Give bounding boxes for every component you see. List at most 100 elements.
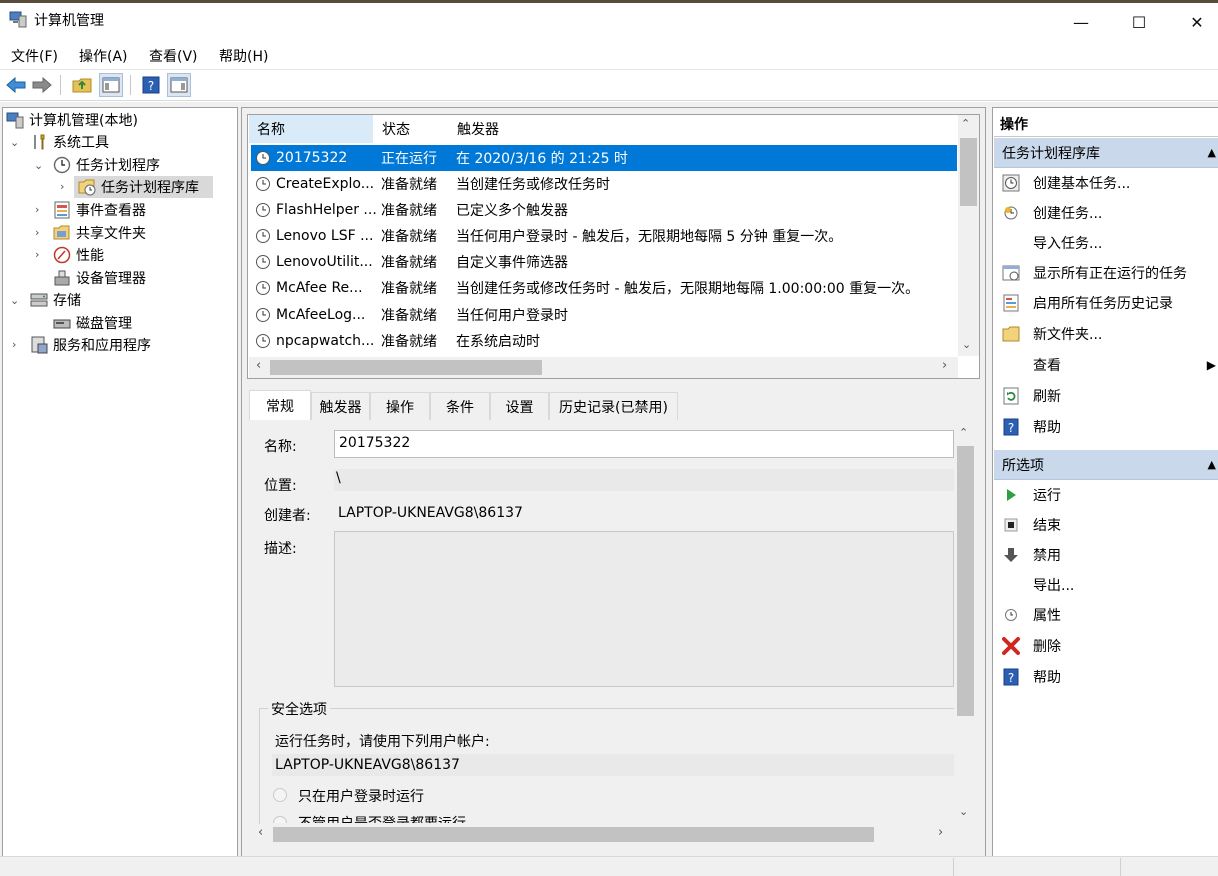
table-row[interactable]: LenovoUtilit... 准备就绪 自定义事件筛选器 bbox=[251, 249, 957, 275]
table-row[interactable]: McAfee Re... 准备就绪 当创建任务或修改任务时 - 触发后，无限期地… bbox=[251, 275, 957, 301]
chevron-left-icon[interactable]: ‹ bbox=[258, 825, 263, 840]
create-basic-task-icon bbox=[1001, 173, 1021, 193]
radio-whether-logged-on-label: 不管用户是否登录都要运行 bbox=[298, 813, 466, 823]
task-list-horizontal-thumb[interactable] bbox=[270, 360, 542, 375]
close-button[interactable]: ✕ bbox=[1174, 3, 1218, 41]
task-clock-icon bbox=[256, 255, 270, 269]
action-disable[interactable]: 禁用 bbox=[997, 540, 1218, 570]
tab-general[interactable]: 常规 bbox=[249, 390, 311, 420]
chevron-right-icon[interactable]: › bbox=[35, 226, 39, 239]
tab-settings[interactable]: 设置 bbox=[490, 392, 549, 420]
maximize-button[interactable]: ☐ bbox=[1116, 3, 1162, 41]
action-export[interactable]: 导出... bbox=[997, 570, 1218, 600]
services-icon bbox=[31, 336, 48, 354]
chevron-left-icon[interactable]: ‹ bbox=[256, 358, 261, 373]
name-field[interactable] bbox=[334, 430, 954, 458]
column-header-trigger[interactable]: 触发器 bbox=[449, 115, 949, 143]
radio-logged-on-only[interactable] bbox=[273, 788, 287, 802]
menu-view[interactable]: 查看(V) bbox=[149, 46, 198, 66]
action-label: 结束 bbox=[1033, 518, 1061, 534]
task-name: npcapwatch... bbox=[276, 333, 375, 349]
chevron-up-icon[interactable]: ⌃ bbox=[961, 117, 970, 130]
action-new-folder[interactable]: 新文件夹... bbox=[997, 319, 1218, 349]
tree-item-task-scheduler[interactable]: 任务计划程序 bbox=[53, 154, 160, 176]
tree-item-services-apps[interactable]: 服务和应用程序 bbox=[30, 334, 151, 356]
table-row[interactable]: Lenovo LSF ... 准备就绪 当任何用户登录时 - 触发后，无限期地每… bbox=[251, 223, 957, 249]
tree-item-storage[interactable]: 存储 bbox=[30, 289, 81, 311]
chevron-down-icon[interactable]: ⌄ bbox=[34, 159, 43, 172]
forward-arrow-icon[interactable] bbox=[30, 73, 54, 97]
chevron-up-icon[interactable]: ⌃ bbox=[959, 426, 968, 439]
chevron-down-icon[interactable]: ⌄ bbox=[962, 338, 971, 351]
column-header-status[interactable]: 状态 bbox=[374, 115, 449, 143]
chevron-right-icon[interactable]: › bbox=[35, 203, 39, 216]
tab-conditions[interactable]: 条件 bbox=[430, 392, 490, 420]
section-selected-item[interactable]: 所选项 ▲ bbox=[994, 450, 1218, 480]
show-hide-tree-icon[interactable] bbox=[99, 73, 123, 97]
collapse-up-icon[interactable]: ▲ bbox=[1208, 458, 1216, 471]
action-enable-history[interactable]: 启用所有任务历史记录 bbox=[997, 288, 1218, 318]
action-view[interactable]: 查看 ▶ bbox=[997, 350, 1218, 380]
action-refresh[interactable]: 刷新 bbox=[997, 381, 1218, 411]
action-properties[interactable]: 属性 bbox=[997, 600, 1218, 630]
chevron-right-icon[interactable]: › bbox=[12, 338, 16, 351]
show-hide-action-pane-icon[interactable] bbox=[167, 73, 191, 97]
name-field-value: 20175322 bbox=[339, 435, 411, 451]
run-as-label: 运行任务时，请使用下列用户帐户: bbox=[275, 734, 490, 750]
tab-history[interactable]: 历史记录(已禁用) bbox=[549, 392, 678, 420]
tree-item-shared-folders[interactable]: 共享文件夹 bbox=[53, 222, 146, 244]
blank-icon bbox=[1001, 233, 1021, 253]
table-row[interactable]: 20175322 正在运行 在 2020/3/16 的 21:25 时 bbox=[251, 145, 957, 171]
table-row[interactable]: CreateExplo... 准备就绪 当创建任务或修改任务时 bbox=[251, 171, 957, 197]
description-field[interactable] bbox=[334, 531, 954, 687]
chevron-right-icon[interactable]: › bbox=[60, 180, 64, 193]
divider bbox=[994, 136, 1218, 137]
menu-file[interactable]: 文件(F) bbox=[11, 46, 58, 66]
tree-item-task-library[interactable]: 任务计划程序库 bbox=[78, 176, 199, 198]
up-folder-icon[interactable] bbox=[70, 73, 94, 97]
section-title: 任务计划程序库 bbox=[1002, 145, 1100, 162]
tree-item-root[interactable]: 计算机管理(本地) bbox=[6, 109, 138, 131]
computer-management-icon bbox=[6, 112, 24, 129]
back-arrow-icon[interactable] bbox=[4, 73, 28, 97]
chevron-right-icon[interactable]: › bbox=[942, 358, 947, 373]
help-icon[interactable]: ? bbox=[139, 73, 163, 97]
action-create-basic-task[interactable]: 创建基本任务... bbox=[997, 168, 1218, 198]
table-row[interactable]: FlashHelper ... 准备就绪 已定义多个触发器 bbox=[251, 197, 957, 223]
task-name: FlashHelper ... bbox=[276, 202, 377, 218]
table-row[interactable]: npcapwatch... 准备就绪 在系统启动时 bbox=[251, 328, 957, 354]
menu-help[interactable]: 帮助(H) bbox=[219, 46, 268, 66]
submenu-arrow-icon: ▶ bbox=[1206, 358, 1216, 372]
tree-item-system-tools[interactable]: 系统工具 bbox=[30, 131, 109, 153]
table-row[interactable]: McAfeeLog... 准备就绪 当任何用户登录时 bbox=[251, 302, 957, 328]
tree-item-event-viewer[interactable]: 事件查看器 bbox=[53, 199, 146, 221]
action-help-selected[interactable]: ? 帮助 bbox=[997, 662, 1218, 692]
action-show-running-tasks[interactable]: 显示所有正在运行的任务 bbox=[997, 258, 1218, 288]
section-task-library[interactable]: 任务计划程序库 ▲ bbox=[994, 138, 1218, 168]
action-run[interactable]: 运行 bbox=[997, 480, 1218, 510]
folder-icon bbox=[1001, 324, 1021, 344]
chevron-down-icon[interactable]: ⌄ bbox=[10, 136, 19, 149]
tree-item-device-manager[interactable]: 设备管理器 bbox=[53, 267, 146, 289]
chevron-down-icon[interactable]: ⌄ bbox=[959, 805, 968, 818]
minimize-button[interactable]: — bbox=[1058, 3, 1104, 41]
action-create-task[interactable]: 创建任务... bbox=[997, 198, 1218, 228]
action-help[interactable]: ? 帮助 bbox=[997, 412, 1218, 442]
tree-item-performance[interactable]: 性能 bbox=[53, 244, 104, 266]
action-import-task[interactable]: 导入任务... bbox=[997, 228, 1218, 258]
tab-triggers[interactable]: 触发器 bbox=[311, 392, 370, 420]
chevron-down-icon[interactable]: ⌄ bbox=[10, 294, 19, 307]
action-end[interactable]: 结束 bbox=[997, 510, 1218, 540]
task-list-vertical-thumb[interactable] bbox=[960, 138, 977, 206]
chevron-right-icon[interactable]: › bbox=[938, 825, 943, 840]
collapse-up-icon[interactable]: ▲ bbox=[1208, 146, 1216, 159]
radio-whether-logged-on[interactable] bbox=[273, 816, 287, 823]
tab-actions[interactable]: 操作 bbox=[370, 392, 430, 420]
menu-action[interactable]: 操作(A) bbox=[79, 46, 128, 66]
tree-item-disk-management[interactable]: 磁盘管理 bbox=[53, 312, 132, 334]
detail-horizontal-thumb[interactable] bbox=[273, 827, 874, 842]
column-header-name[interactable]: 名称 bbox=[249, 115, 373, 143]
detail-vertical-thumb[interactable] bbox=[957, 446, 974, 716]
chevron-right-icon[interactable]: › bbox=[35, 248, 39, 261]
action-delete[interactable]: 删除 bbox=[997, 631, 1218, 661]
